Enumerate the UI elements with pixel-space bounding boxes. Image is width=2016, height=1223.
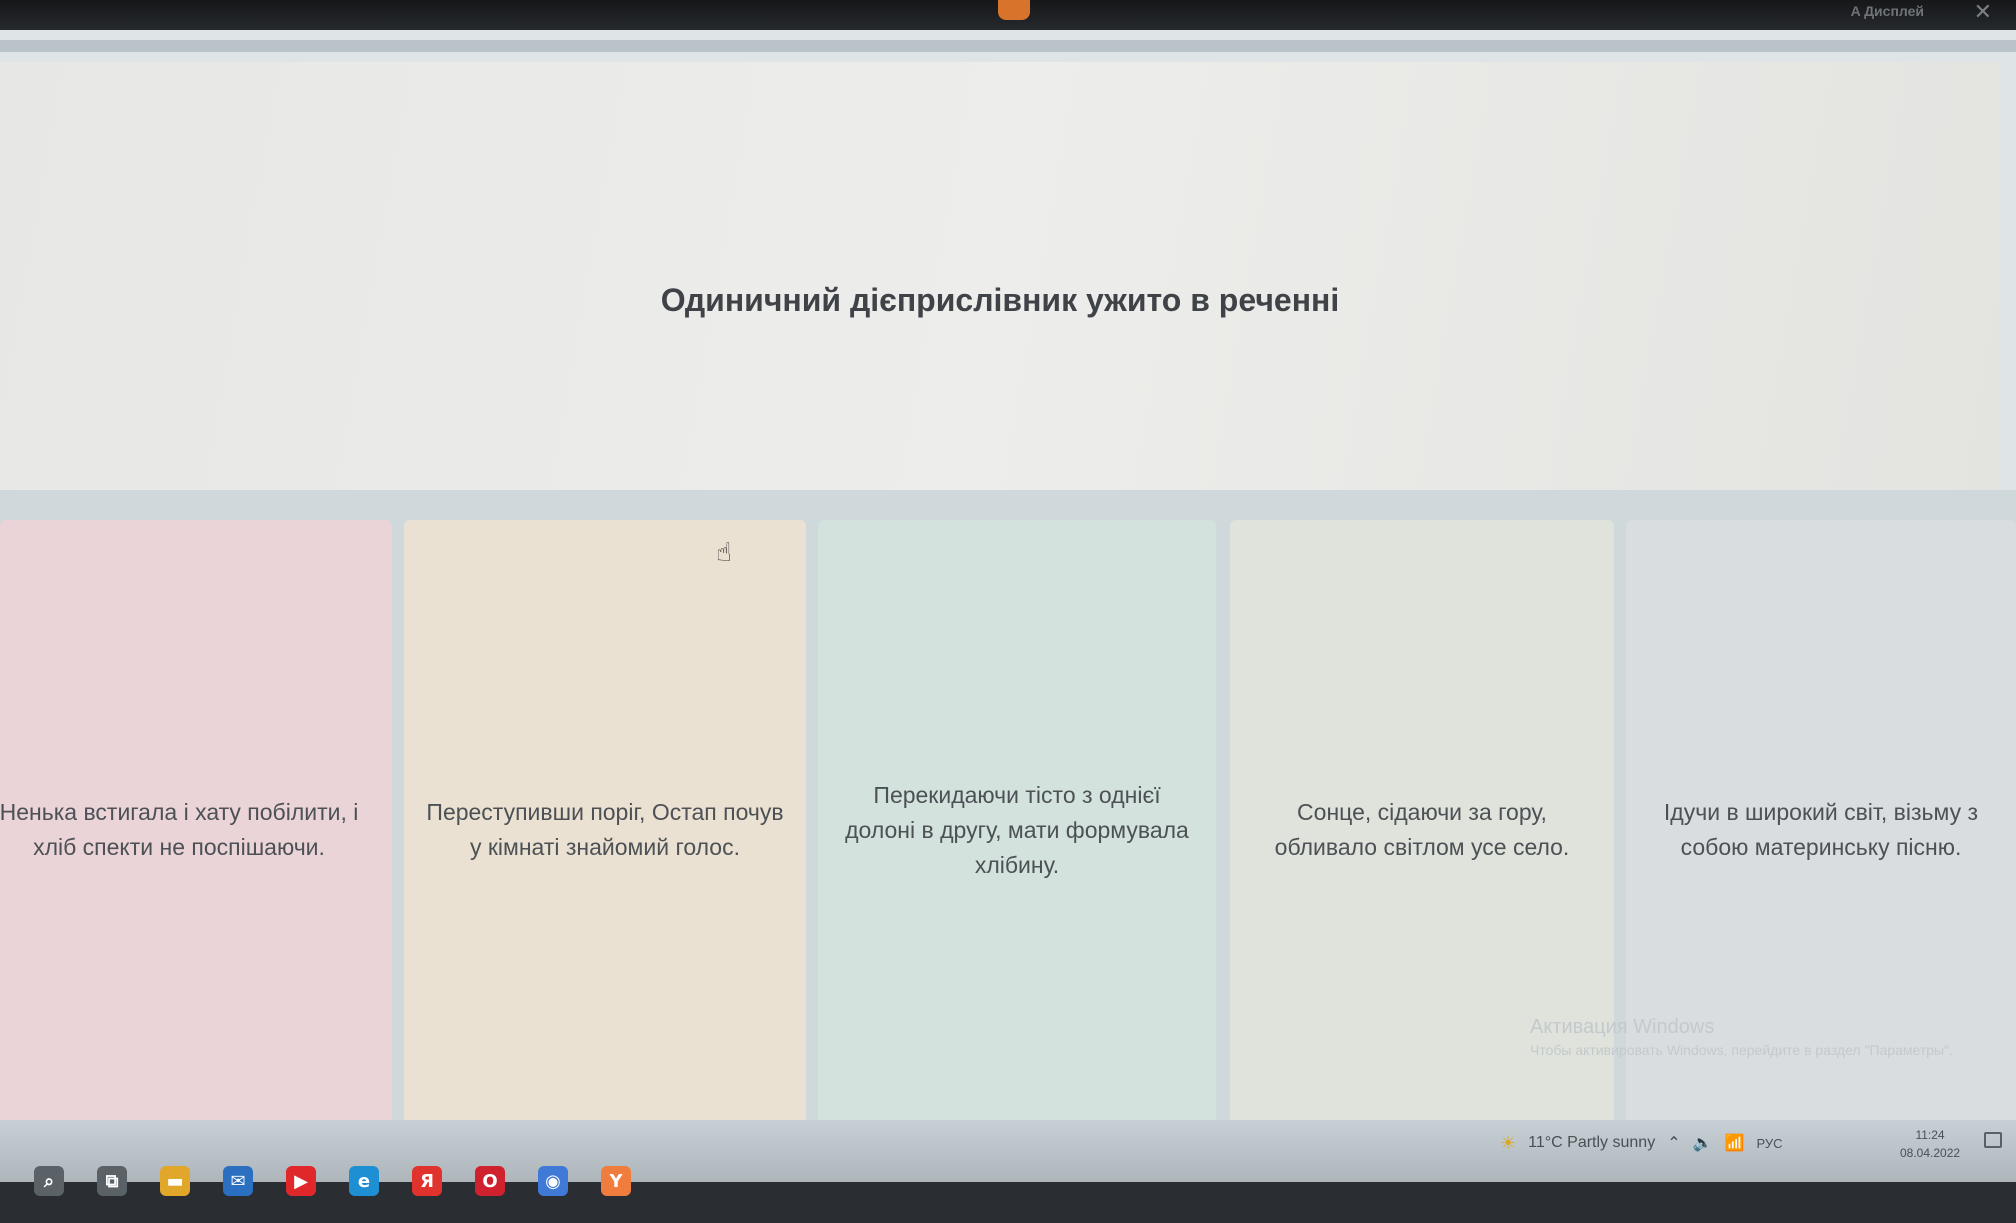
answer-option-text: Переступивши поріг, Остап почув у кімнат…: [426, 799, 784, 860]
network-icon[interactable]: 📶: [1725, 1133, 1745, 1153]
file-explorer-icon[interactable]: ▬: [160, 1166, 190, 1196]
search-icon[interactable]: ⌕: [34, 1166, 64, 1196]
yandex-icon[interactable]: Я: [412, 1166, 442, 1196]
answer-option-text: Ідучи в широкий світ, візьму з собою мат…: [1663, 799, 1979, 860]
monitor-top-bar: A Дисплей ✕: [0, 0, 2016, 30]
answer-option-3[interactable]: Перекидаючи тісто з однієї долоні в друг…: [818, 520, 1216, 1140]
activation-title: Активация Windows: [1530, 1016, 1715, 1038]
clock-time: 11:24: [1915, 1128, 1945, 1142]
system-tray: ☀ 11°C Partly sunny ⌃ 🔈 📶 РУС: [1500, 1128, 1782, 1158]
answer-option-text: Сонце, сідаючи за гору, обливало світлом…: [1274, 799, 1570, 860]
answer-option-2[interactable]: Переступивши поріг, Остап почув у кімнат…: [404, 520, 806, 1140]
answer-option-1[interactable]: Ненька встигала і хату побілити, і хліб …: [0, 520, 392, 1140]
volume-icon[interactable]: 🔈: [1693, 1133, 1713, 1153]
clock[interactable]: 11:24 08.04.2022: [1900, 1126, 1960, 1162]
opera-icon[interactable]: O: [475, 1166, 505, 1196]
youtube-icon[interactable]: ▶: [286, 1166, 316, 1196]
task-view-icon[interactable]: ⧉: [97, 1166, 127, 1196]
notifications-icon[interactable]: [1984, 1132, 2002, 1148]
frame-strip: [0, 40, 2016, 52]
question-text: Одиничний дієприслівник ужито в реченні: [660, 282, 1340, 318]
weather-text[interactable]: 11°C Partly sunny: [1528, 1134, 1655, 1152]
activation-subtitle: Чтобы активировать Windows, перейдите в …: [1530, 1042, 1953, 1058]
language-indicator[interactable]: РУС: [1756, 1136, 1782, 1151]
mail-icon[interactable]: ✉: [223, 1166, 253, 1196]
app-logo-icon: [998, 0, 1030, 20]
question-panel: Одиничний дієприслівник ужито в реченні: [0, 62, 2000, 510]
chrome-icon[interactable]: ◉: [538, 1166, 568, 1196]
windows-taskbar: ⌕ ⧉ ▬ ✉ ▶ e Я O ◉ Y ☀ 11°C Partly sunny ⌃ 🔈 📶 РУС…: [0, 1120, 2016, 1223]
quiz-screen: Одиничний дієприслівник ужито в реченні …: [0, 30, 2016, 1140]
weather-icon[interactable]: ☀: [1500, 1133, 1516, 1154]
hand-cursor-icon: ☝: [716, 538, 732, 568]
chevron-up-icon[interactable]: ⌃: [1667, 1133, 1680, 1153]
answer-option-text: Перекидаючи тісто з однієї долоні в друг…: [845, 781, 1189, 878]
clock-date: 08.04.2022: [1900, 1146, 1961, 1160]
answer-option-text: Ненька встигала і хату побілити, і хліб …: [0, 799, 359, 860]
windows-activation-watermark: Активация Windows Чтобы активировать Win…: [1530, 1014, 1953, 1060]
edge-icon[interactable]: e: [349, 1166, 379, 1196]
yandex-browser-icon[interactable]: Y: [601, 1166, 631, 1196]
account-label: A Дисплей: [1850, 3, 1924, 19]
close-icon[interactable]: ✕: [1974, 0, 1992, 25]
